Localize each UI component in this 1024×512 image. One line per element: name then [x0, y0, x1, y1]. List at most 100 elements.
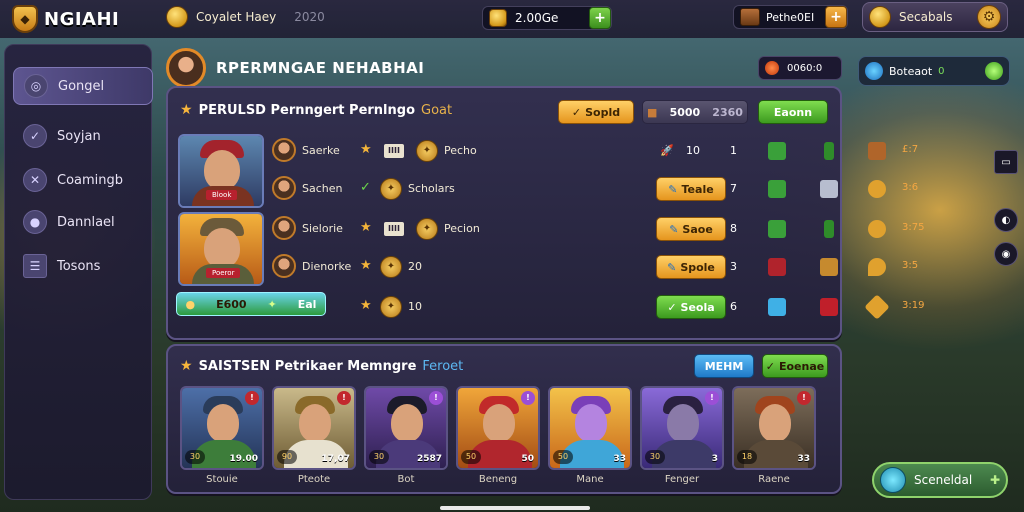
table-row[interactable]: Sielorie ★ IIII ✦ Pecion ✎ Saoe 8 3:75 [268, 214, 924, 244]
table-row[interactable]: Saerke ★ IIII ✦ Pecho 🚀 10 1 £:7 [268, 136, 918, 166]
row-value: 3:75 [902, 222, 925, 233]
hero-power: 2587 [416, 454, 442, 464]
row-value: £:7 [902, 144, 919, 155]
player-badge-icon [166, 6, 188, 28]
gem-counter: Pethe0EI + [733, 5, 848, 29]
green-shard-icon [824, 142, 834, 160]
silver-cube-icon [820, 180, 838, 198]
hero-level: 30 [645, 450, 665, 464]
pencil-icon: ✎ [669, 222, 679, 236]
table-row[interactable]: Sachen ✓ ✦ Scholars ✎ Teale 7 3:6 [268, 174, 918, 204]
confirm-button[interactable]: ✓ Eoenae [762, 354, 828, 378]
table-row[interactable]: ★ ✦ 10 ✓ Seola 6 3:19 [268, 292, 924, 322]
row-name: Dienorke [302, 260, 352, 273]
chest-icon [740, 8, 760, 26]
row-num: 10 [686, 144, 700, 157]
hero-portrait[interactable]: Poeror [178, 212, 264, 286]
row-button[interactable]: ✎ Spole [656, 255, 726, 279]
blue-gem-icon [768, 298, 786, 316]
hero-power: 33 [613, 454, 626, 464]
sidebar-item-tosons[interactable]: ☰ Tosons [13, 247, 153, 285]
hero-card[interactable]: 50 33 [548, 386, 632, 470]
gold-icon [489, 9, 507, 27]
hero-card[interactable]: ! 90 17,07 [272, 386, 356, 470]
hero-card[interactable]: ! 30 19.00 [180, 386, 264, 470]
sidebar-item-label: Coamingb [57, 172, 124, 188]
hero-name: Bot [397, 474, 415, 485]
row-button-label: Seola [680, 300, 715, 314]
avatar [272, 176, 296, 200]
player-name: Coyalet Haey [196, 10, 277, 24]
settings-gear-icon[interactable]: ⚙ [977, 5, 1001, 29]
star-icon: ★ [180, 102, 193, 118]
sidebar-item-dannlael[interactable]: ● Dannlael [13, 203, 153, 241]
toggle-icon[interactable]: ◐ [994, 208, 1018, 232]
rocket-icon: 🚀 [660, 144, 674, 157]
row-label: Scholars [408, 182, 455, 195]
green-cube-icon [768, 220, 786, 238]
avatar [272, 138, 296, 162]
hero-level: 50 [553, 450, 573, 464]
add-gold-button[interactable]: + [589, 7, 611, 29]
hero-level: 90 [277, 450, 297, 464]
season-label: Secabals [899, 10, 953, 24]
hero-name: Beneng [478, 474, 518, 485]
heroes-panel: ★ SAISTSEN Petrikaer Memngre Feroet MEHM… [166, 344, 842, 494]
status-button-label: Sopld [585, 105, 621, 119]
filter-button[interactable]: MEHM [694, 354, 754, 378]
pencil-icon: ✎ [667, 260, 677, 274]
row-name: Saerke [302, 144, 340, 157]
row-label: Pecho [444, 144, 477, 157]
eye-icon[interactable]: ◉ [994, 242, 1018, 266]
rarity-badge: ! [521, 391, 535, 405]
row-button[interactable]: ✎ Teale [656, 177, 726, 201]
sidebar-item-soyjan[interactable]: ✓ Soyjan [13, 117, 153, 155]
hero-level: 30 [185, 450, 205, 464]
game-logo[interactable]: ◆ NGIAHI [12, 4, 162, 34]
list-icon: ☰ [23, 254, 47, 278]
hero-card[interactable]: ! 50 50 [456, 386, 540, 470]
sidebar-item-gongel[interactable]: ◎ Gongel [13, 67, 153, 105]
hero-power: 3 [711, 454, 718, 464]
minimize-icon[interactable]: ▭ [994, 150, 1018, 174]
counter-pill: ■ 5000 2360 [642, 100, 748, 124]
hero-power: 17,07 [321, 454, 350, 464]
filter-button-label: MEHM [704, 359, 744, 373]
social-button[interactable]: Sceneldal ✚ [872, 462, 1008, 498]
scroll-indicator[interactable] [440, 506, 590, 510]
sidebar-item-label: Soyjan [57, 128, 101, 144]
sidebar-item-coamingb[interactable]: ✕ Coamingb [13, 161, 153, 199]
social-icon [880, 467, 906, 493]
check-icon: ✓ [765, 359, 775, 373]
hero-card[interactable]: ! 30 3 [640, 386, 724, 470]
row-count: 1 [730, 144, 737, 157]
rarity-badge: ! [429, 391, 443, 405]
avatar [272, 254, 296, 278]
row-num: 8 [730, 222, 737, 235]
hero-card[interactable]: ! 18 33 [732, 386, 816, 470]
action-button[interactable]: Eaonn [758, 100, 828, 124]
hero-card[interactable]: ! 30 2587 [364, 386, 448, 470]
season-button[interactable]: Secabals ⚙ [862, 2, 1008, 32]
avatar [272, 216, 296, 240]
table-row[interactable]: Dienorke ★ ✦ 20 ✎ Spole 3 3:5 [268, 252, 918, 282]
gold-value: 2.00Ge [515, 11, 559, 25]
hero-portrait[interactable]: Blook [178, 134, 264, 208]
star-icon: ★ [360, 258, 372, 273]
status-button[interactable]: ✓ Sopld [558, 100, 634, 124]
hero-name: Pteote [297, 474, 331, 485]
row-label: 20 [408, 260, 422, 273]
hero-level: 50 [461, 450, 481, 464]
avatar[interactable] [166, 48, 206, 88]
add-gem-button[interactable]: + [825, 6, 847, 28]
row-button[interactable]: ✓ Seola [656, 295, 726, 319]
player-info[interactable]: Coyalet Haey 2020 [166, 6, 325, 28]
sidebar-item-label: Gongel [58, 78, 105, 94]
sidebar-item-label: Dannlael [57, 214, 115, 230]
main-header: RPERMNGAE NEHABHAI [166, 48, 424, 88]
row-button[interactable]: ✎ Saoe [656, 217, 726, 241]
row-value: 3:19 [902, 300, 925, 311]
boost-value: 0 [938, 65, 945, 77]
star-icon: ★ [360, 142, 372, 157]
boost-pill[interactable]: Boteaot 0 [858, 56, 1010, 86]
